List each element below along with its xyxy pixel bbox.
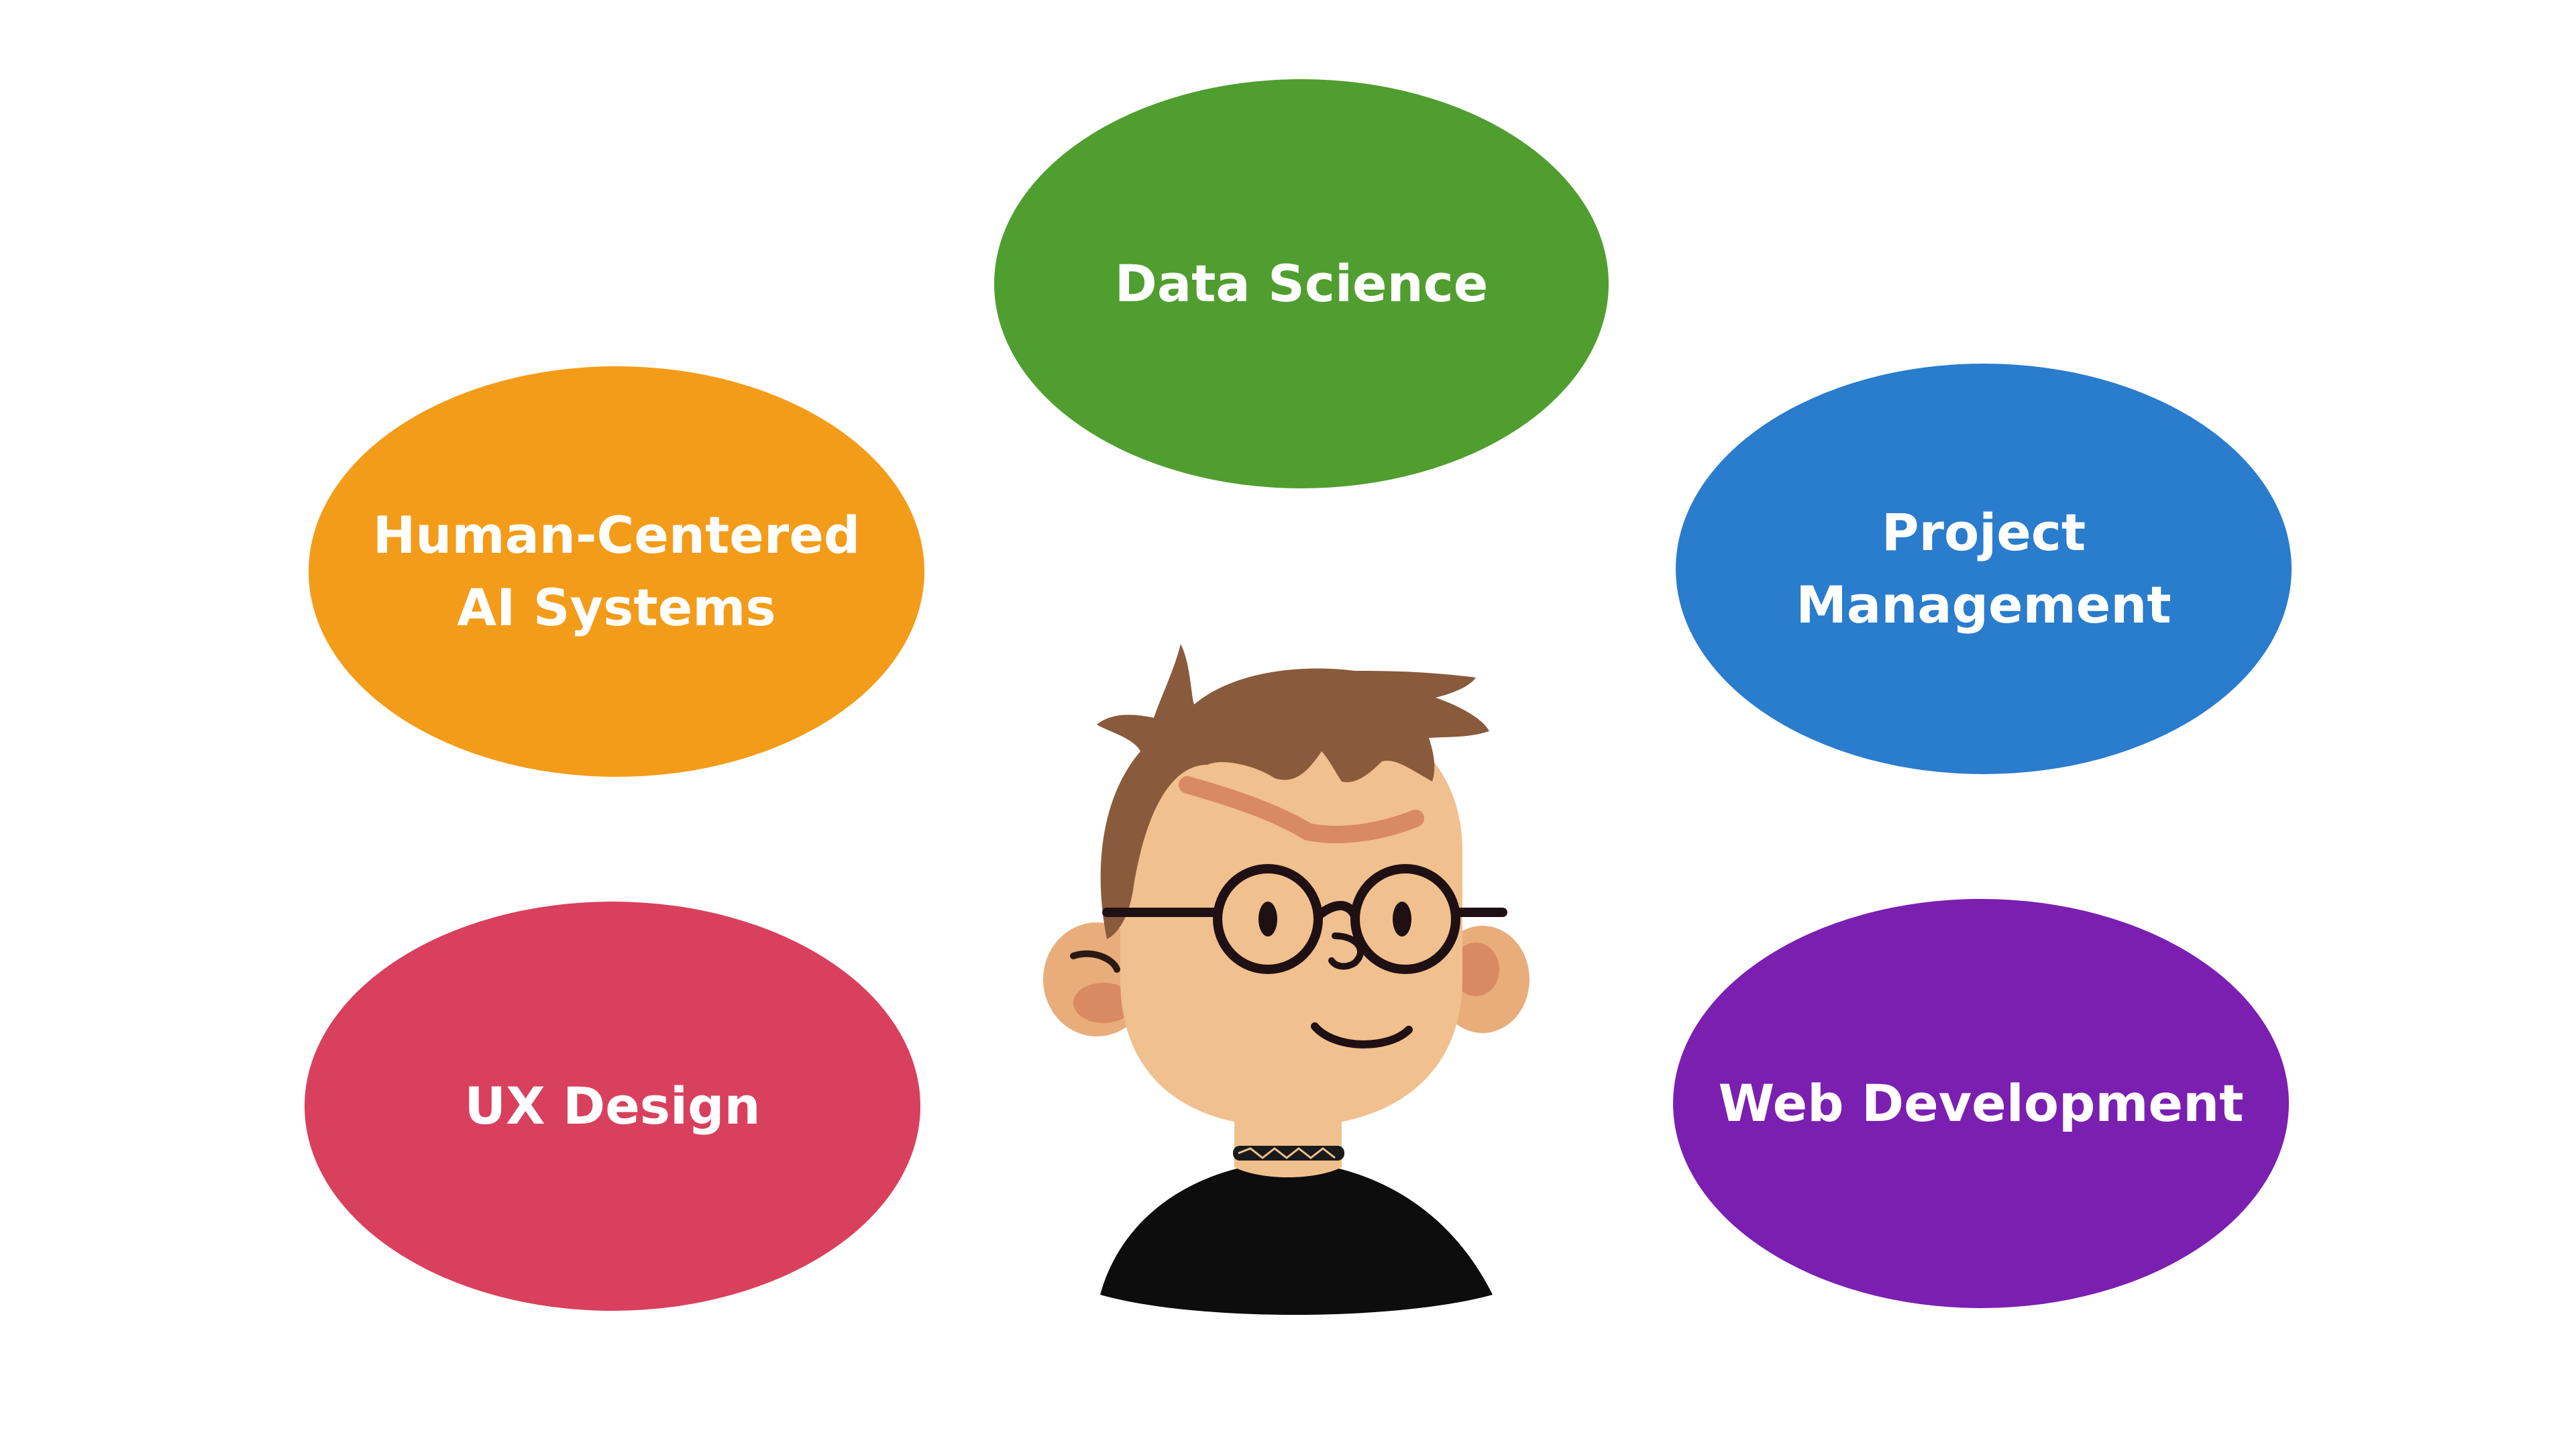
topic-data-science: Data Science: [994, 79, 1609, 488]
topic-web-development: Web Development: [1673, 899, 2289, 1308]
right-eye: [1393, 902, 1411, 936]
topic-label: Data Science: [1114, 254, 1489, 313]
topic-label: Web Development: [1718, 1073, 2244, 1133]
topic-label: UX Design: [464, 1076, 761, 1136]
avatar-illustration: [1043, 644, 1529, 1315]
topic-label: Human-Centered AI Systems: [372, 505, 861, 637]
left-eye: [1258, 902, 1277, 936]
topics-diagram: Data Science Human-Centered AI Systems P…: [0, 0, 2576, 1449]
topic-label: Project Management: [1796, 502, 2171, 635]
topic-project-management: Project Management: [1676, 364, 2292, 774]
topic-human-centered-ai: Human-Centered AI Systems: [309, 366, 924, 777]
topic-ux-design: UX Design: [305, 902, 920, 1311]
shirt-shape: [1100, 1161, 1493, 1315]
